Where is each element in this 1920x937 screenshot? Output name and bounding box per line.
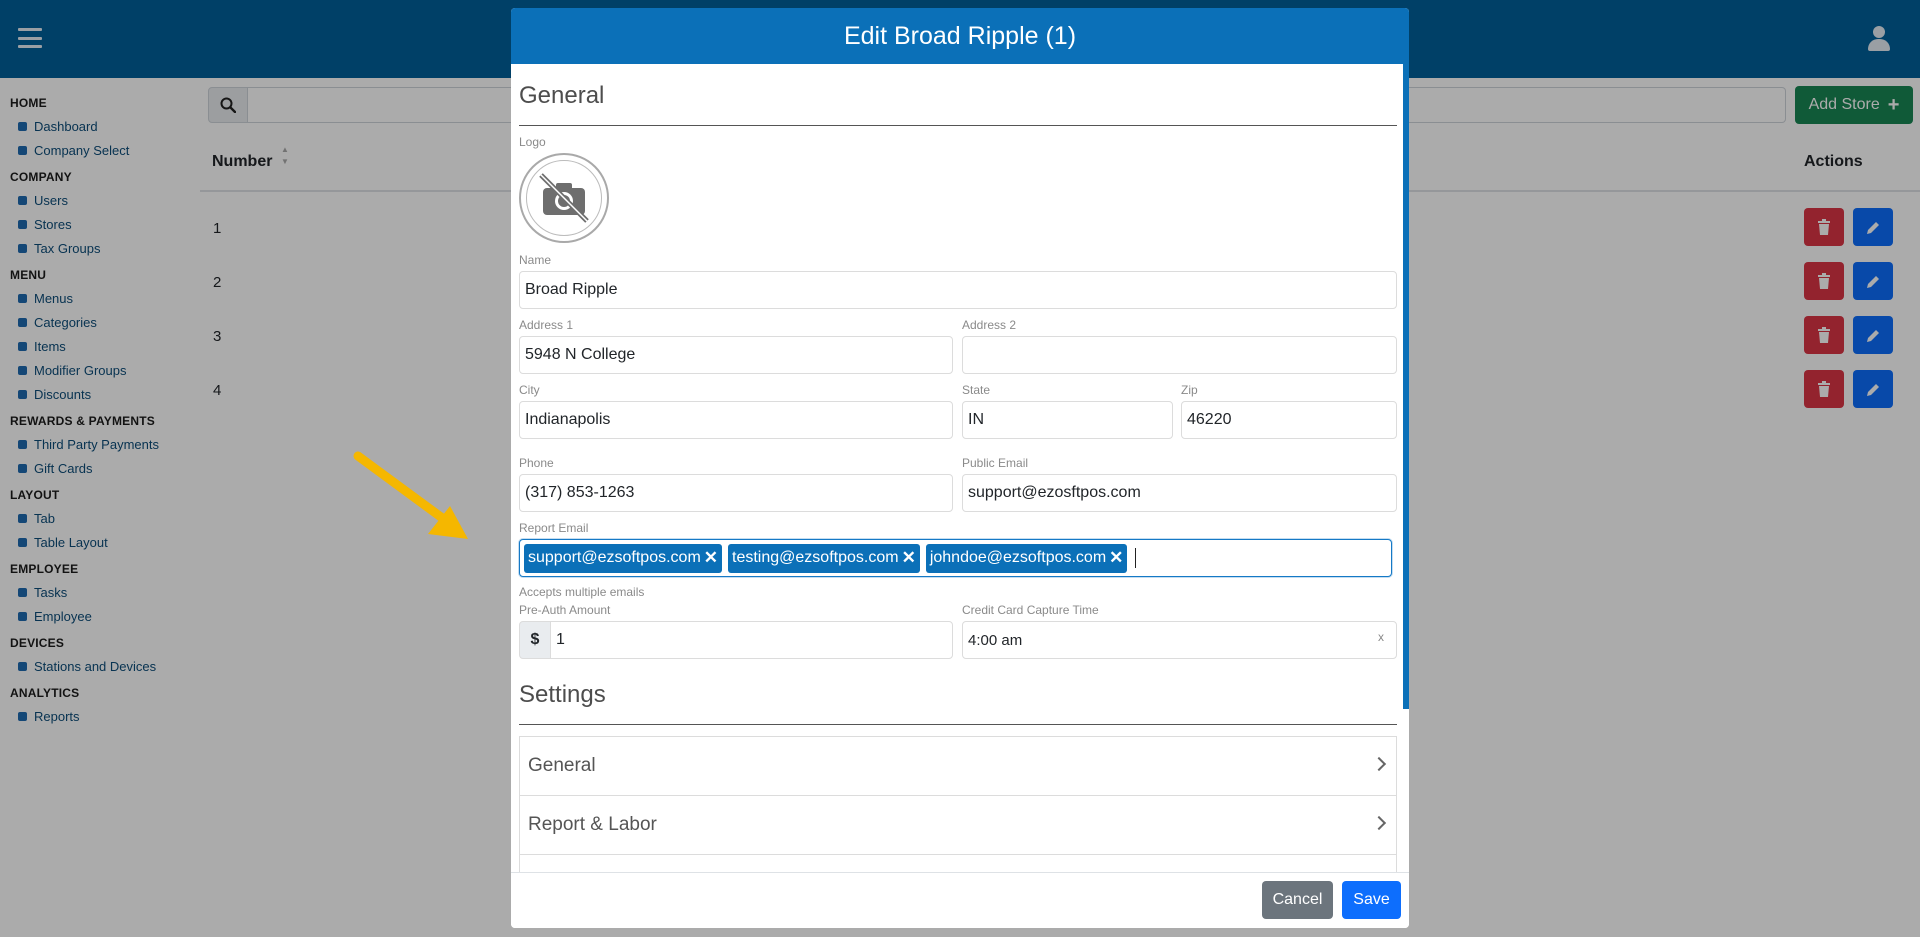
email-tag: support@ezsoftpos.com ✕	[524, 543, 723, 573]
address2-field[interactable]	[962, 336, 1397, 374]
remove-tag-icon[interactable]: ✕	[902, 548, 916, 568]
capture-time-field[interactable]: 4:00 am x	[962, 621, 1397, 659]
phone-label: Phone	[519, 456, 554, 470]
highlight-arrow-icon	[353, 451, 468, 539]
zip-label: Zip	[1181, 383, 1198, 397]
report-email-label: Report Email	[519, 521, 589, 535]
chevron-right-icon	[1371, 756, 1387, 772]
state-field[interactable]: IN	[962, 401, 1173, 439]
preauth-amount-field[interactable]: 1	[550, 621, 953, 659]
settings-section-divider	[519, 724, 1397, 725]
logo-upload[interactable]	[519, 153, 609, 243]
modal-footer: Cancel Save	[511, 872, 1409, 928]
state-label: State	[962, 383, 991, 397]
modal-title: Edit Broad Ripple (1)	[511, 8, 1409, 64]
capture-time-label: Credit Card Capture Time	[962, 603, 1099, 617]
clear-time-button[interactable]: x	[1378, 630, 1384, 644]
city-field[interactable]: Indianapolis	[519, 401, 953, 439]
remove-tag-icon[interactable]: ✕	[704, 548, 718, 568]
modal-body: General Logo Name Broad Ripple Address 1…	[511, 64, 1409, 872]
email-tag-label: support@ezsoftpos.com	[528, 549, 701, 566]
save-button[interactable]: Save	[1342, 881, 1401, 919]
accordion-label: General	[528, 755, 596, 776]
remove-tag-icon[interactable]: ✕	[1109, 548, 1123, 568]
public-email-field[interactable]: support@ezosftpos.com	[962, 474, 1397, 512]
report-email-help: Accepts multiple emails	[519, 585, 645, 599]
zip-field[interactable]: 46220	[1181, 401, 1397, 439]
name-label: Name	[519, 253, 552, 267]
text-cursor	[1135, 548, 1137, 568]
dollar-prefix: $	[519, 621, 551, 659]
name-field[interactable]: Broad Ripple	[519, 271, 1397, 309]
email-tag: johndoe@ezsoftpos.com ✕	[925, 543, 1128, 573]
email-tag-label: testing@ezsoftpos.com	[732, 549, 899, 566]
capture-time-value: 4:00 am	[968, 631, 1023, 649]
accordion-label: Report & Labor	[528, 814, 657, 835]
settings-section-title: Settings	[519, 681, 606, 708]
settings-accordion-item[interactable]: Tickets	[519, 854, 1397, 872]
email-tag-label: johndoe@ezsoftpos.com	[929, 549, 1107, 566]
address1-label: Address 1	[519, 318, 574, 332]
no-camera-icon	[539, 173, 589, 223]
public-email-label: Public Email	[962, 456, 1029, 470]
logo-label: Logo	[519, 135, 546, 149]
settings-accordion-item[interactable]: Report & Labor	[519, 795, 1397, 855]
chevron-right-icon	[1371, 815, 1387, 831]
general-section-divider	[519, 125, 1397, 126]
general-section-title: General	[519, 82, 605, 109]
city-label: City	[519, 383, 540, 397]
settings-accordion-item[interactable]: General	[519, 736, 1397, 796]
modal-scrollbar[interactable]	[1403, 64, 1409, 709]
address1-field[interactable]: 5948 N College	[519, 336, 953, 374]
preauth-label: Pre-Auth Amount	[519, 603, 611, 617]
cancel-button[interactable]: Cancel	[1262, 881, 1333, 919]
address2-label: Address 2	[962, 318, 1017, 332]
report-email-tag-input[interactable]: support@ezsoftpos.com ✕ testing@ezsoftpos.…	[519, 539, 1392, 577]
email-tag: testing@ezsoftpos.com ✕	[728, 543, 920, 573]
edit-store-modal: Edit Broad Ripple (1) General Logo Name …	[511, 8, 1409, 928]
phone-field[interactable]: (317) 853-1263	[519, 474, 953, 512]
